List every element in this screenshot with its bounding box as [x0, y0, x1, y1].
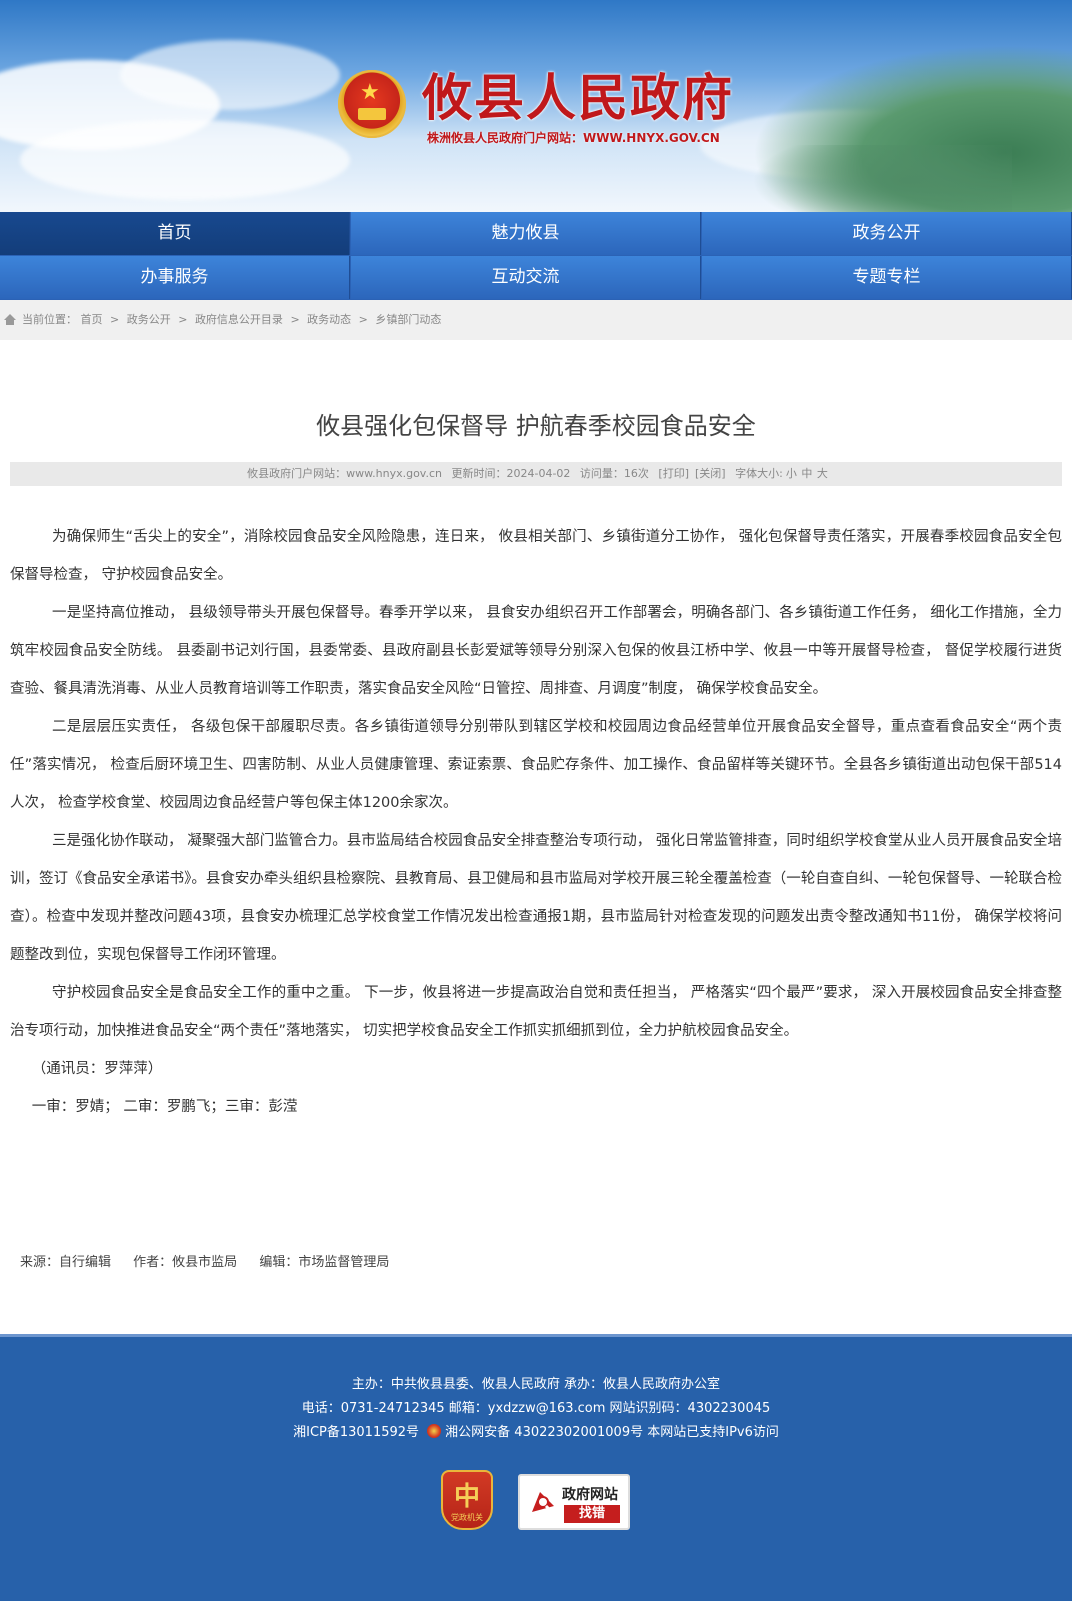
icp-link[interactable]: 湘ICP备13011592号: [293, 1425, 419, 1440]
nav-item-charm[interactable]: 魅力攸县: [351, 212, 701, 255]
site-subtitle: 株洲攸县人民政府门户网站：WWW.HNYX.GOV.CN: [427, 131, 720, 145]
font-large-link[interactable]: 大: [817, 467, 828, 480]
footer: 主办：中共攸县县委、攸县人民政府 承办：攸县人民政府办公室 电话：0731-24…: [0, 1334, 1072, 1601]
article-paragraph: 一是坚持高位推动， 县级领导带头开展包保督导。春季开学以来， 县食安办组织召开工…: [10, 605, 1062, 697]
article-title: 攸县强化包保督导 护航春季校园食品安全: [316, 412, 756, 440]
article-body: 为确保师生“舌尖上的安全”，消除校园食品安全风险隐患，连日来， 攸县相关部门、乡…: [10, 518, 1062, 1126]
mountain-decoration: [752, 145, 1012, 215]
cloud-decoration: [20, 120, 350, 200]
fix-box-title: 政府网站: [562, 1487, 618, 1503]
breadcrumb-township-news[interactable]: 乡镇部门动态: [375, 313, 441, 326]
article-editor: 编辑：市场监督管理局: [259, 1255, 390, 1270]
breadcrumb-separator: >: [358, 313, 368, 326]
nav-item-home[interactable]: 首页: [0, 212, 350, 255]
fix-box-subtitle: 找错: [564, 1505, 620, 1523]
close-link[interactable]: [关闭]: [695, 467, 726, 480]
national-emblem-icon[interactable]: ★: [338, 70, 406, 138]
ipv6-note: 本网站已支持IPv6访问: [647, 1425, 779, 1440]
footer-registration: 湘ICP备13011592号 湘公网安备 43022302001009号 本网站…: [0, 1421, 1072, 1440]
article-paragraph: 三是强化协作联动， 凝聚强大部门监管合力。县市监局结合校园食品安全排查整治专项行…: [10, 833, 1062, 963]
breadcrumb-gov-news[interactable]: 政务动态: [307, 313, 351, 326]
home-icon: [4, 314, 16, 325]
footer-contact: 电话：0731-24712345 邮箱：yxdzzw@163.com 网站识别码…: [301, 1401, 771, 1416]
police-record-link[interactable]: 湘公网安备 43022302001009号: [445, 1425, 643, 1440]
party-logo-caption: 党政机关: [451, 1513, 483, 1522]
nav-item-services[interactable]: 办事服务: [0, 256, 350, 299]
font-size-label: 字体大小:: [735, 467, 783, 480]
breadcrumb-info-catalog[interactable]: 政府信息公开目录: [195, 313, 283, 326]
site-title[interactable]: 攸县人民政府: [422, 70, 734, 126]
police-badge-icon: [427, 1424, 442, 1438]
breadcrumb-separator: >: [110, 313, 120, 326]
breadcrumb-separator: >: [290, 313, 300, 326]
gov-site-error-report-button[interactable]: 政府网站 找错: [518, 1474, 630, 1530]
main-nav: 首页 魅力攸县 政务公开 办事服务 互动交流 专题专栏: [0, 212, 1072, 300]
meta-updated: 更新时间：2024-04-02: [451, 467, 571, 480]
breadcrumb-prefix: 当前位置：: [22, 313, 77, 326]
article-paragraph: 为确保师生“舌尖上的安全”，消除校园食品安全风险隐患，连日来， 攸县相关部门、乡…: [10, 529, 1062, 583]
article-paragraph: 守护校园食品安全是食品安全工作的重中之重。 下一步，攸县将进一步提高政治自觉和责…: [10, 985, 1062, 1039]
breadcrumb: 当前位置： 首页 > 政务公开 > 政府信息公开目录 > 政务动态 > 乡镇部门…: [0, 300, 1072, 340]
header-banner: ★ 攸县人民政府 株洲攸县人民政府门户网站：WWW.HNYX.GOV.CN: [0, 0, 1072, 215]
breadcrumb-gov-affairs[interactable]: 政务公开: [127, 313, 171, 326]
magnifier-icon: [532, 1492, 554, 1513]
breadcrumb-home[interactable]: 首页: [81, 313, 103, 326]
article-author: 作者：攸县市监局: [133, 1255, 238, 1270]
article-meta: 攸县政府门户网站：www.hnyx.gov.cn 更新时间：2024-04-02…: [10, 462, 1062, 486]
meta-visits: 访问量：16次: [579, 467, 649, 480]
breadcrumb-separator: >: [178, 313, 188, 326]
footer-sponsor: 主办：中共攸县县委、攸县人民政府 承办：攸县人民政府办公室: [351, 1377, 721, 1392]
article-source-line: 来源：自行编辑 作者：攸县市监局 编辑：市场监督管理局: [20, 1251, 407, 1270]
nav-item-gov-affairs[interactable]: 政务公开: [702, 212, 1072, 255]
cloud-decoration: [120, 40, 340, 110]
party-gov-agency-badge[interactable]: 中 党政机关: [441, 1470, 493, 1530]
article-source: 来源：自行编辑: [20, 1255, 112, 1270]
meta-site: 攸县政府门户网站：www.hnyx.gov.cn: [247, 467, 442, 480]
article-review: 一审：罗婧； 二审：罗鹏飞；三审：彭滢: [31, 1099, 298, 1115]
party-logo-glyph: 中: [453, 1482, 480, 1512]
article-reporter: （通讯员：罗萍萍）: [31, 1061, 163, 1077]
font-medium-link[interactable]: 中: [801, 467, 812, 480]
nav-item-special-topics[interactable]: 专题专栏: [702, 256, 1072, 299]
article-paragraph: 二是层层压实责任， 各级包保干部履职尽责。各乡镇街道领导分别带队到辖区学校和校园…: [10, 719, 1062, 811]
font-small-link[interactable]: 小: [786, 467, 797, 480]
nav-item-interaction[interactable]: 互动交流: [351, 256, 701, 299]
print-link[interactable]: [打印]: [658, 467, 689, 480]
